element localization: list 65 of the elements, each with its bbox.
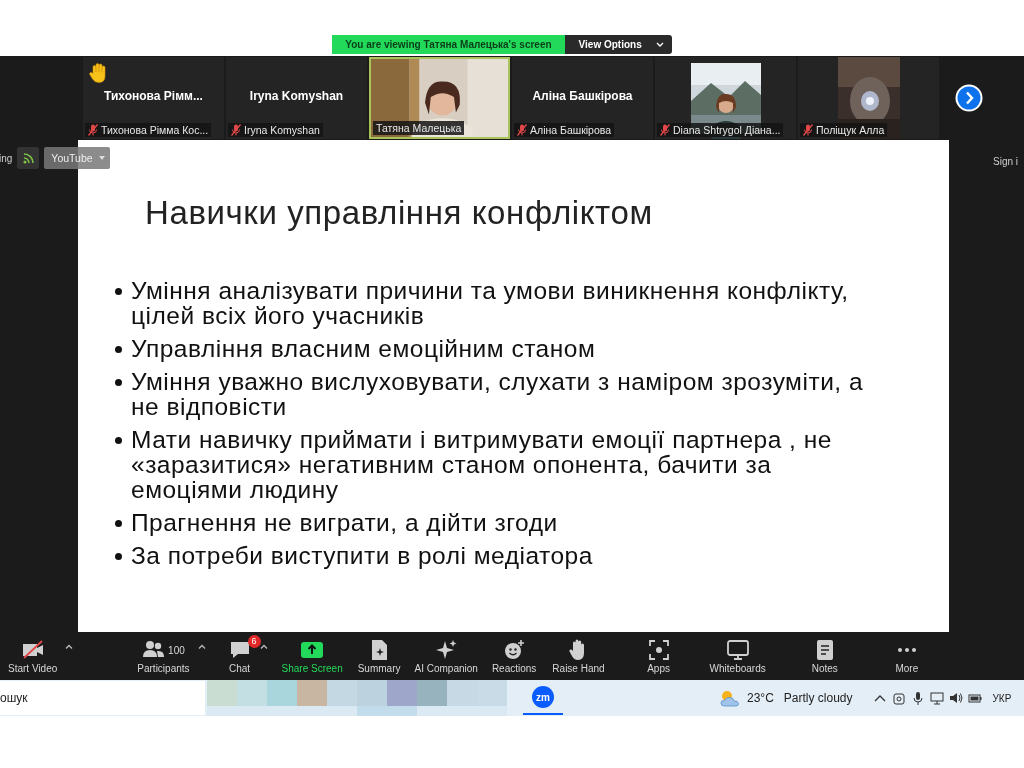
- language-indicator[interactable]: УКР: [992, 692, 1012, 704]
- muted-camera-icon: [20, 638, 45, 662]
- caret-icon[interactable]: [65, 644, 74, 649]
- speaker-icon[interactable]: [948, 691, 963, 705]
- toolbar-button[interactable]: Summary: [355, 636, 403, 676]
- participant-label: Diana Shtrygol Діана...: [673, 124, 781, 136]
- microphone-icon[interactable]: [910, 691, 925, 705]
- toolbar-button[interactable]: Apps: [644, 636, 673, 676]
- toolbar-button[interactable]: Notes: [809, 636, 840, 676]
- bullet-icon: [115, 379, 122, 386]
- app-logo: zm: [532, 686, 554, 708]
- camera-icon[interactable]: [891, 691, 906, 705]
- toolbar-button[interactable]: Raise Hand: [550, 636, 607, 676]
- sharing-banner: You are viewing Татяна Малецька's screen: [332, 35, 565, 54]
- apps-icon: [646, 638, 671, 662]
- caret-icon: [655, 42, 664, 47]
- toolbar-button[interactable]: Reactions: [489, 636, 539, 676]
- bullet-text: Уміння уважно вислуховувати, слухати з наміром зрозуміти, а не відповісти: [131, 369, 864, 419]
- bullet-icon: [115, 288, 122, 295]
- caret-icon[interactable]: [259, 644, 268, 649]
- temperature-text: 23°C: [747, 691, 774, 705]
- toolbar-label: ing: [0, 152, 13, 164]
- toolbar-button[interactable]: Start Video: [6, 636, 60, 676]
- toolbar-button[interactable]: Share Screen: [279, 636, 345, 676]
- rss-icon: [22, 152, 34, 164]
- notification-badge: 6: [247, 635, 261, 648]
- whiteboard-icon: [725, 638, 750, 662]
- partly-cloudy-icon: [719, 689, 741, 707]
- next-page-icon[interactable]: [955, 84, 983, 112]
- taskbar-app[interactable]: zm: [523, 681, 563, 715]
- participant-count: 100: [168, 644, 185, 656]
- search-field[interactable]: ошук: [0, 681, 205, 715]
- toolbar-button[interactable]: More: [892, 636, 921, 676]
- participant-label: Iryna Komyshan: [244, 124, 320, 136]
- more-icon: [897, 648, 916, 652]
- bullet-text: Управління власним емоційним станом: [131, 336, 596, 361]
- sign-in-link[interactable]: Sign i: [993, 156, 1018, 167]
- toolbar-button[interactable]: AI Companion: [412, 636, 480, 676]
- participant-label: Аліна Башкірова: [530, 124, 612, 136]
- slide-title: Навички управління конфліктом: [145, 194, 654, 232]
- network-icon[interactable]: [929, 691, 944, 705]
- bullet-text: Мати навичку приймати і витримувати емоції партнера , не «заразитися» негативним станом опонента, бачити за емоціями людину: [131, 427, 832, 502]
- participant-label: Поліщук Алла: [816, 124, 885, 136]
- participant-name: Аліна Башкірова: [532, 89, 633, 103]
- caret-icon: [98, 156, 105, 160]
- participant-name: Тихонова Рімм...: [104, 89, 203, 103]
- bullet-icon: [115, 520, 122, 527]
- rss-button[interactable]: [17, 147, 40, 169]
- participant-label: Татяна Малецька: [376, 122, 462, 134]
- participant-label: Тихонова Рімма Кос...: [101, 124, 209, 136]
- view-options-button[interactable]: View Options: [564, 35, 672, 54]
- bullet-text: Прагнення не виграти, а дійти згоди: [131, 510, 558, 535]
- battery-icon[interactable]: [967, 691, 982, 705]
- weather-text: Partly cloudy: [783, 691, 853, 705]
- participant-name: Iryna Komyshan: [249, 89, 344, 103]
- smiley-icon: [502, 638, 527, 662]
- bullet-icon: [115, 346, 122, 353]
- toolbar-button[interactable]: 100 Participants: [135, 636, 192, 676]
- caret-icon[interactable]: [197, 644, 206, 649]
- bullet-text: Уміння аналізувати причини та умови виникнення конфлікту, цілей всіх його учасників: [131, 278, 849, 328]
- toolbar-button[interactable]: Whiteboards: [707, 636, 768, 676]
- bullet-icon: [115, 437, 122, 444]
- bullet-text: За потреби виступити в ролі медіатора: [131, 543, 593, 568]
- bullet-icon: [115, 553, 122, 560]
- youtube-dropdown[interactable]: YouTube: [44, 147, 110, 169]
